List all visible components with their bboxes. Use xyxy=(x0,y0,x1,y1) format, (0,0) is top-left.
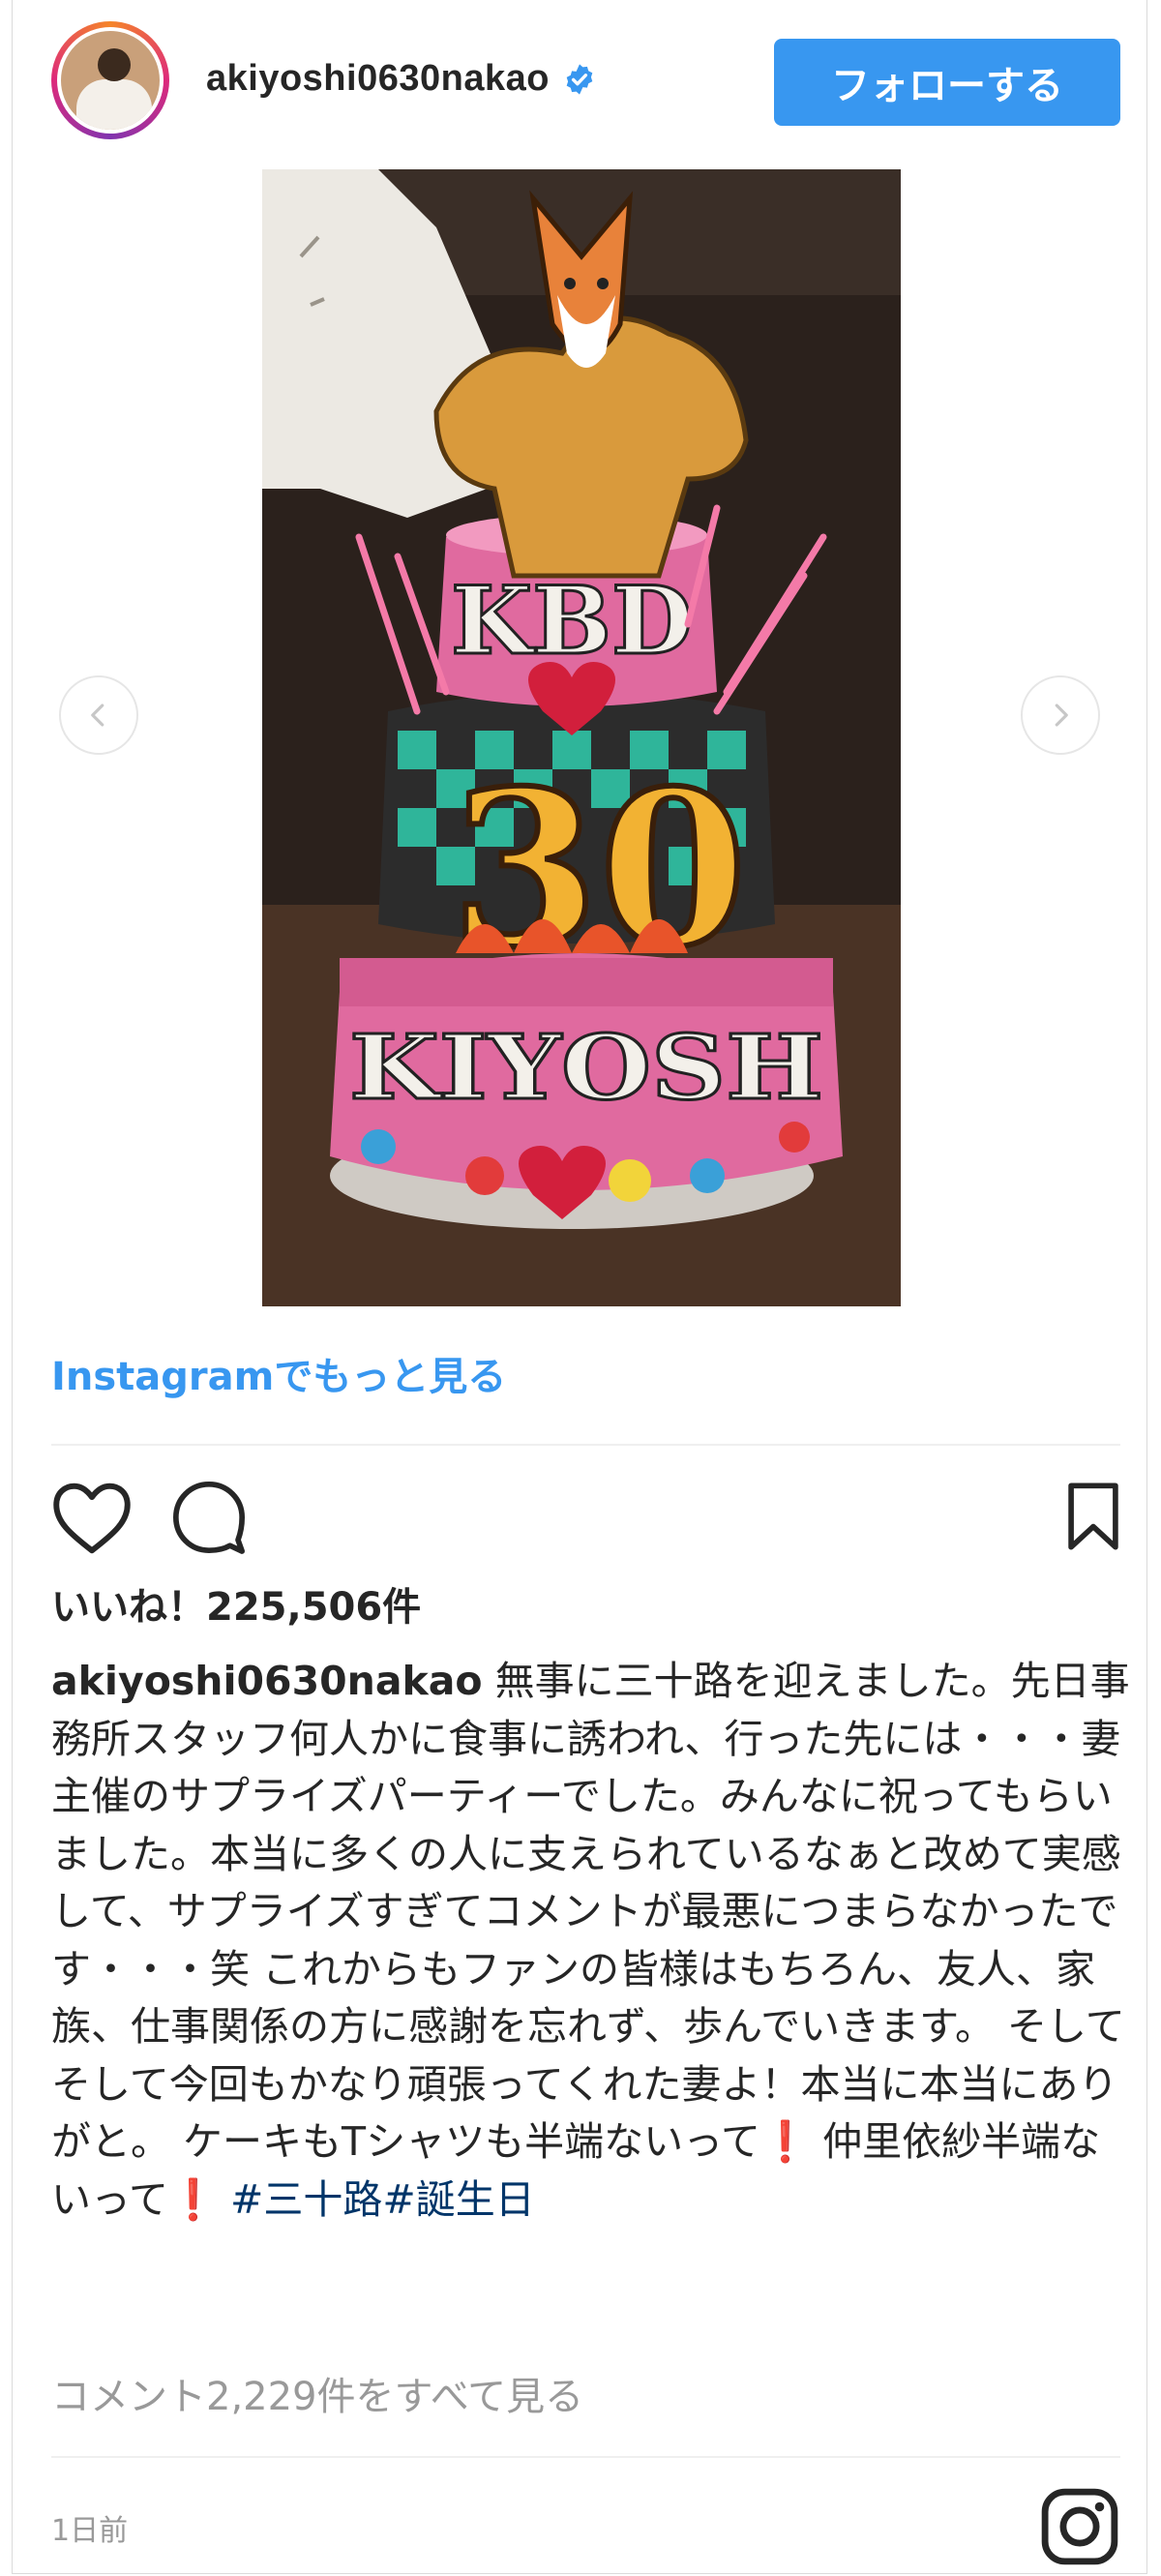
comment-icon[interactable] xyxy=(170,1479,248,1556)
divider xyxy=(51,1444,1120,1446)
like-count[interactable]: いいね！225,506件 xyxy=(51,1575,421,1632)
exclamation-mark-2: ❗ xyxy=(167,2175,219,2223)
bookmark-icon[interactable] xyxy=(1065,1481,1121,1552)
verified-icon xyxy=(566,63,593,95)
view-more-link[interactable]: Instagramでもっと見る xyxy=(51,1345,506,1401)
exclamation-mark: ❗ xyxy=(760,2118,811,2165)
post-photo[interactable]: KIYOSH 30 KBD xyxy=(262,169,901,1306)
cake-text-bottom: KIYOSH xyxy=(349,1015,823,1120)
cake-text-number: 30 xyxy=(451,743,747,994)
cake-illustration: KIYOSH 30 KBD xyxy=(262,169,901,1306)
heart-icon[interactable] xyxy=(51,1481,133,1556)
post-header: akiyoshi0630nakao xyxy=(206,58,596,100)
follow-button[interactable]: フォローする xyxy=(774,39,1120,126)
next-button[interactable] xyxy=(1021,675,1100,755)
cake-text-top: KBD xyxy=(451,566,693,675)
avatar-photo xyxy=(57,27,164,134)
post-timestamp: 1日前 xyxy=(51,2514,129,2548)
previous-button[interactable] xyxy=(59,675,138,755)
post-caption: akiyoshi0630nakao 無事に三十路を迎えました。先日事務所スタッフ… xyxy=(51,1653,1130,2229)
chevron-right-icon xyxy=(1055,704,1068,727)
avatar[interactable] xyxy=(51,21,169,139)
chevron-left-icon xyxy=(91,704,104,727)
caption-username[interactable]: akiyoshi0630nakao xyxy=(51,1658,483,1704)
username[interactable]: akiyoshi0630nakao xyxy=(206,58,550,100)
instagram-embed-card: akiyoshi0630nakao フォローする KIYOSH 30 KBD I… xyxy=(12,0,1147,2574)
view-all-comments-link[interactable]: コメント2,229件をすべて見る xyxy=(51,2365,583,2421)
instagram-logo-icon[interactable] xyxy=(1040,2487,1119,2566)
caption-text: 無事に三十路を迎えました。先日事務所スタッフ何人かに食事に誘われ、行った先には・… xyxy=(51,1658,1130,2165)
divider xyxy=(51,2456,1120,2458)
hashtags[interactable]: #三十路#誕生日 xyxy=(218,2176,535,2223)
